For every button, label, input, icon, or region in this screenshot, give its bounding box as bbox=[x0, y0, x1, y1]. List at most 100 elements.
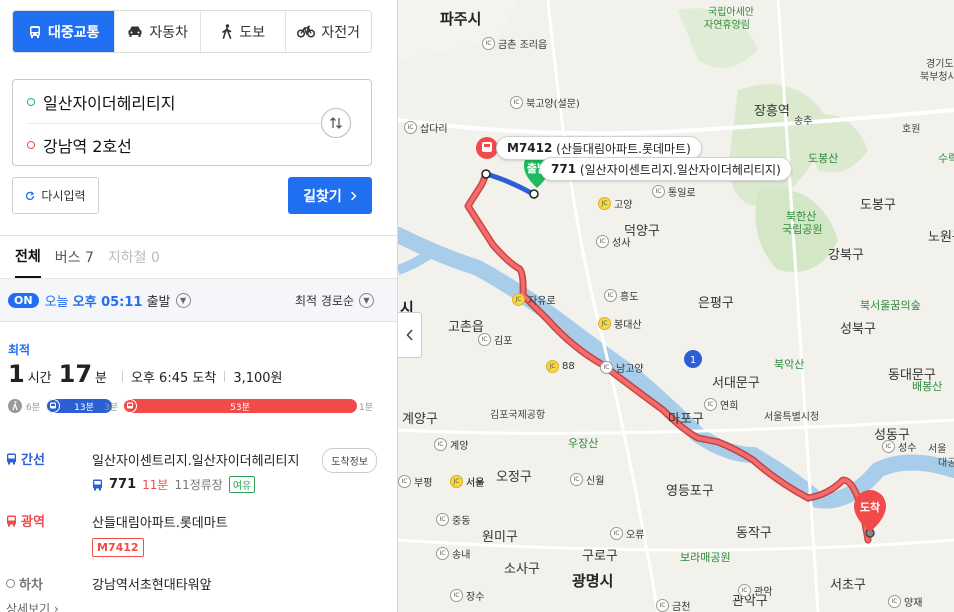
tab-subway[interactable]: 지하철 0 bbox=[108, 236, 160, 278]
map-label: 강북구 bbox=[828, 248, 864, 263]
stop-name: (산들대림아파트.롯데마트) bbox=[556, 141, 691, 156]
tab-label: 자전거 bbox=[321, 24, 361, 41]
bus-number: 771 bbox=[551, 162, 577, 176]
tab-all[interactable]: 전체 bbox=[15, 236, 41, 278]
map-label: 북악산 bbox=[774, 358, 805, 371]
map-label: 북서울꿈의숲 bbox=[860, 299, 921, 312]
ic-marker: IC 김포 bbox=[478, 332, 512, 347]
bus-icon bbox=[123, 399, 137, 413]
depart-suffix: 출발 bbox=[146, 294, 171, 310]
ic-marker: JC 서운 bbox=[450, 474, 484, 489]
tab-bike[interactable]: 자전거 bbox=[285, 11, 371, 52]
minutes-unit: 분 bbox=[95, 371, 107, 386]
crowd-status-badge: 여유 bbox=[228, 476, 256, 493]
reset-button[interactable]: 다시입력 bbox=[12, 177, 99, 214]
map-label: 자연휴양림 bbox=[704, 20, 750, 31]
ic-marker: IC 북고양(설문) bbox=[510, 95, 580, 110]
hours-unit: 시간 bbox=[27, 371, 52, 386]
swap-button[interactable] bbox=[321, 108, 351, 138]
depart-time[interactable]: 오후 05:11 bbox=[73, 291, 143, 310]
map-label: 대공 bbox=[938, 458, 954, 469]
bus-771-info: 771 11분 11정류장 여유 bbox=[92, 476, 256, 493]
map-label: 마포구 bbox=[668, 412, 704, 427]
map-label: 계양구 bbox=[402, 412, 438, 427]
alight-dot-icon bbox=[6, 579, 15, 588]
bus-stop-bubble-771[interactable]: 771 (일산자이센트리지.일산자이더헤리티지) bbox=[540, 157, 792, 181]
leg-type-label: 광역 bbox=[21, 515, 45, 530]
map-label: 성북구 bbox=[840, 322, 876, 337]
bus-segment-2: 53분 bbox=[123, 399, 357, 413]
chevron-left-icon bbox=[405, 329, 413, 341]
depart-today: 오늘 bbox=[44, 294, 69, 310]
bike-icon bbox=[297, 25, 316, 38]
sort-label: 최적 경로순 bbox=[294, 293, 354, 308]
road bbox=[546, 0, 660, 612]
arrival-info-button[interactable]: 도착정보 bbox=[322, 448, 377, 473]
map-label: 도봉구 bbox=[860, 198, 896, 213]
transport-mode-tabs: 대중교통 자동차 도보 자전거 bbox=[12, 10, 372, 53]
ic-marker: IC 오류 bbox=[610, 526, 644, 541]
origin-dot-icon bbox=[27, 97, 35, 106]
bus-number-badge[interactable]: M7412 bbox=[92, 538, 144, 557]
map-label: 동작구 bbox=[736, 526, 772, 541]
summary-separator bbox=[122, 371, 123, 382]
road bbox=[398, 108, 954, 136]
chevron-down-icon[interactable]: ▼ bbox=[175, 292, 191, 308]
ic-marker: IC 계양 bbox=[434, 437, 468, 452]
leg-type-alight: 하차 bbox=[6, 574, 43, 593]
start-label: 출발 bbox=[526, 162, 548, 175]
map-label: 광명시 bbox=[572, 572, 614, 590]
walk-time-1: 6분 bbox=[26, 403, 41, 413]
leg-type-trunk: 간선 bbox=[6, 449, 45, 468]
destination-value: 강남역 2호선 bbox=[43, 136, 132, 156]
ic-marker: IC 성수 bbox=[882, 439, 916, 454]
find-route-button[interactable]: 길찾기 bbox=[288, 177, 372, 214]
ic-marker: JC 자유로 bbox=[512, 292, 556, 307]
tab-bus[interactable]: 버스 7 bbox=[55, 236, 94, 278]
start-node bbox=[529, 189, 539, 199]
route-blue bbox=[483, 171, 536, 197]
leg-type-label: 간선 bbox=[21, 453, 45, 468]
walk-icon bbox=[222, 24, 232, 39]
destination-field[interactable]: 강남역 2호선 bbox=[13, 123, 313, 166]
panel-collapse-button[interactable] bbox=[398, 312, 422, 358]
tab-car[interactable]: 자동차 bbox=[114, 11, 200, 52]
ic-marker: IC 흥도 bbox=[604, 288, 638, 303]
bus-number[interactable]: 771 bbox=[109, 477, 136, 492]
map-label: 오정구 bbox=[496, 470, 532, 485]
ic-marker: JC 봉대산 bbox=[598, 316, 642, 331]
route-timeline: 6분 13분 3분 53분 1분 bbox=[8, 398, 376, 414]
map-label: 북부청사 bbox=[920, 72, 954, 83]
sort-dropdown[interactable]: 최적 경로순 ▼ bbox=[295, 292, 374, 309]
chevron-right-icon bbox=[350, 191, 357, 200]
river-branch bbox=[398, 250, 431, 275]
map-label: 배봉산 bbox=[912, 380, 943, 393]
alight-stop[interactable]: 강남역서초현대타워앞 bbox=[92, 574, 212, 593]
reset-label: 다시입력 bbox=[41, 189, 86, 203]
ic-marker: IC 성사 bbox=[596, 234, 630, 249]
tab-transit[interactable]: 대중교통 bbox=[13, 11, 115, 52]
bus-icon bbox=[93, 479, 102, 490]
ic-marker: IC 금천 bbox=[656, 598, 690, 612]
map-label: 송추 bbox=[794, 116, 813, 127]
map-label: 서대문구 bbox=[712, 376, 760, 391]
boarding-stop-2[interactable]: 산들대림아파트.롯데마트 bbox=[92, 512, 228, 531]
ic-marker: IC 부평 bbox=[398, 474, 432, 489]
bus-icon bbox=[46, 399, 60, 413]
walk-icon bbox=[8, 399, 22, 413]
result-divider bbox=[0, 321, 397, 322]
map-label: 도봉산 bbox=[808, 152, 839, 165]
map-label: 서울 bbox=[928, 444, 947, 455]
han-river bbox=[398, 227, 954, 509]
ic-marker: IC 양재 bbox=[888, 594, 922, 609]
details-link[interactable]: 상세보기 › bbox=[6, 600, 59, 612]
ic-marker: IC 관악 bbox=[738, 583, 772, 598]
map-label: 국립공원 bbox=[782, 223, 823, 236]
on-toggle[interactable]: ON bbox=[8, 292, 39, 308]
chevron-down-icon: ▼ bbox=[359, 292, 374, 308]
ic-marker: IC 연희 bbox=[704, 397, 738, 412]
map-view[interactable]: 1 M7412 (산들대림아파트.롯데마트) 771 (일산자이센트리지.일산자… bbox=[398, 0, 954, 612]
tab-walk[interactable]: 도보 bbox=[199, 11, 286, 52]
boarding-stop-1[interactable]: 일산자이센트리지.일산자이더헤리티지 bbox=[92, 450, 299, 469]
origin-field[interactable]: 일산자이더헤리티지 bbox=[13, 80, 313, 123]
